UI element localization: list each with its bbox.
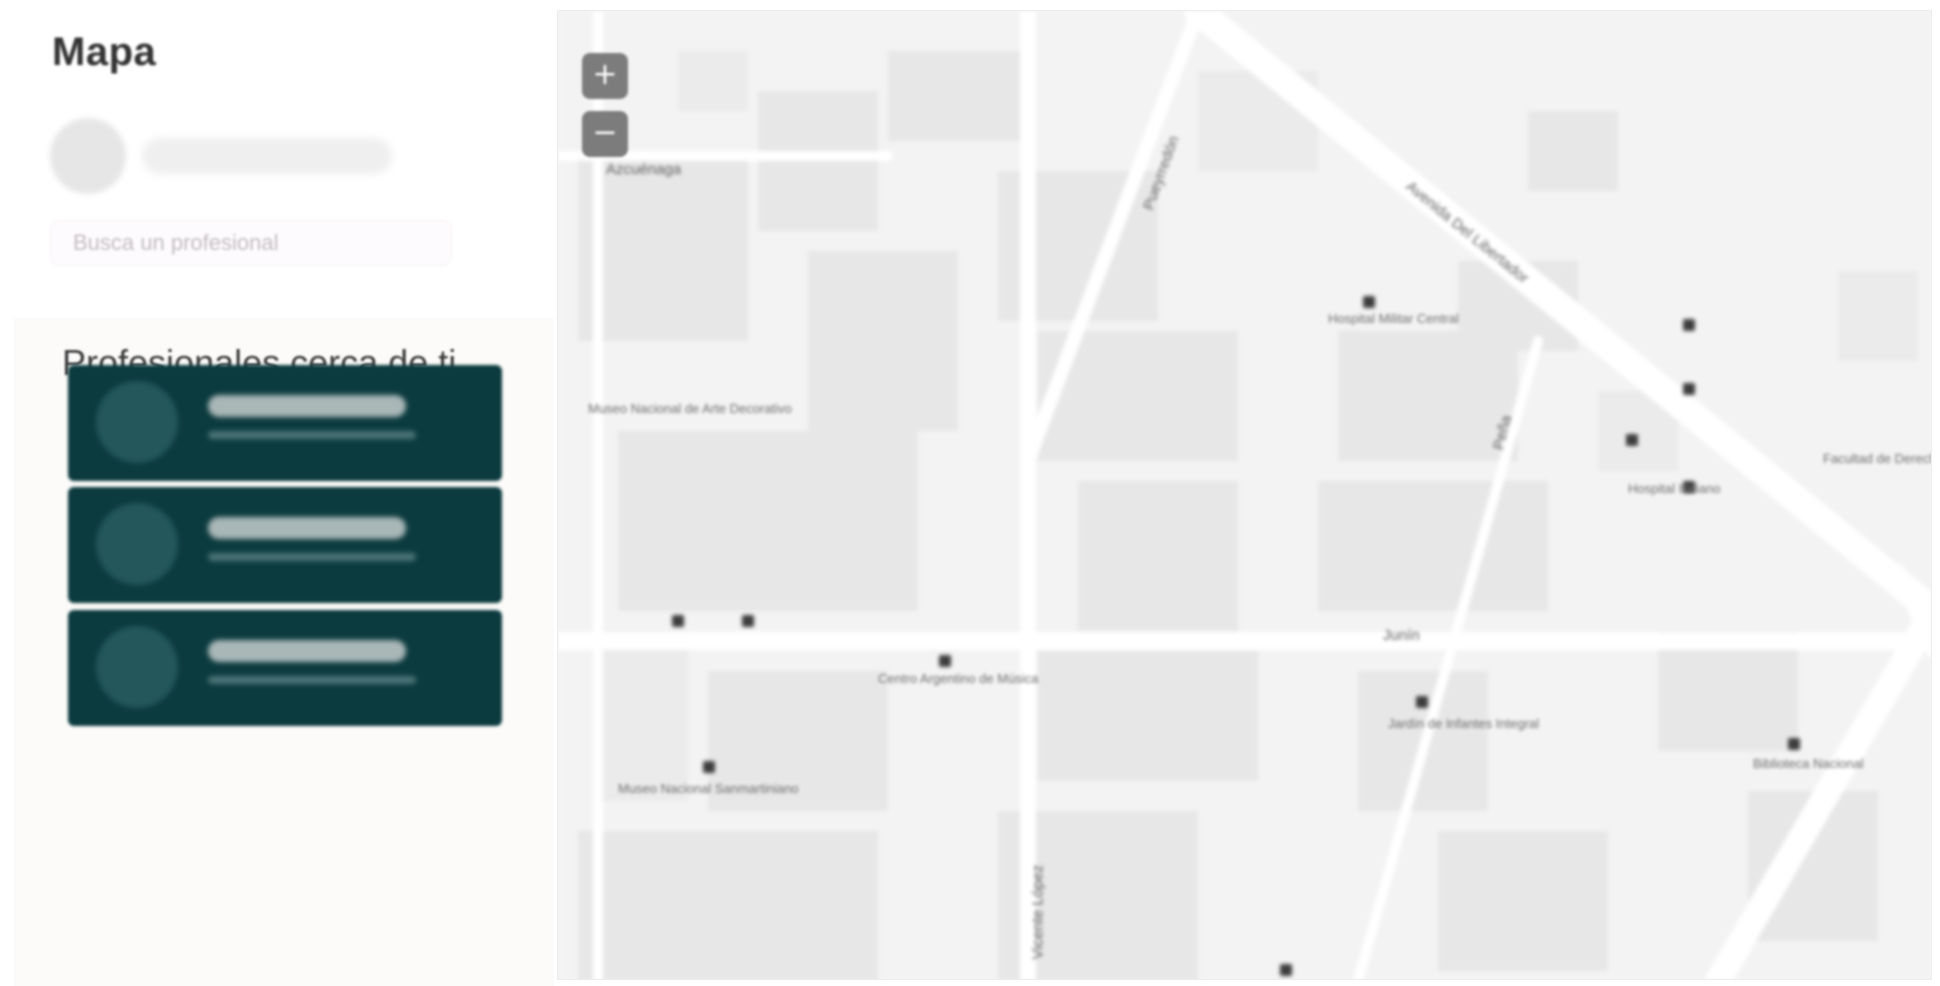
map-tiles[interactable]	[558, 11, 1932, 980]
professional-avatar	[96, 381, 178, 463]
poi-label: Jardín de Infantes Integral	[1388, 716, 1540, 731]
poi-label: Centro Argentino de Música	[878, 671, 1039, 686]
professional-name-placeholder	[208, 640, 406, 662]
user-avatar[interactable]	[50, 118, 126, 194]
street-label: Azcuénaga	[606, 161, 682, 178]
poi-label: Facultad de Derecho	[1823, 451, 1932, 466]
professional-detail-placeholder	[208, 553, 416, 561]
user-name-placeholder	[142, 138, 392, 174]
search-field[interactable]	[50, 220, 452, 266]
professional-name-placeholder	[208, 517, 406, 539]
professionals-panel: Profesionales cerca de ti	[14, 318, 554, 986]
map[interactable]: + − Azcuénaga Avenida Del Libertador Jun…	[557, 10, 1932, 980]
street-label: Vicente López	[1029, 864, 1047, 960]
professional-detail-placeholder	[208, 676, 416, 684]
professional-name-placeholder	[208, 395, 406, 417]
professional-card[interactable]	[68, 365, 502, 481]
poi-label: Biblioteca Nacional	[1753, 756, 1864, 771]
street-label: Junín	[1383, 627, 1420, 644]
poi-label: Hospital Italiano	[1628, 481, 1721, 496]
page-title: Mapa	[52, 30, 157, 74]
minus-icon: −	[592, 115, 618, 150]
professional-avatar	[96, 503, 178, 585]
professional-avatar	[96, 626, 178, 708]
professional-card[interactable]	[68, 610, 502, 726]
professional-card[interactable]	[68, 487, 502, 603]
zoom-in-button[interactable]: +	[582, 53, 628, 99]
poi-label: Museo Nacional de Arte Decorativo	[588, 401, 792, 416]
user-profile[interactable]	[50, 118, 410, 194]
poi-label: Hospital Militar Central	[1328, 311, 1459, 326]
plus-icon: +	[592, 57, 618, 92]
sidebar: Mapa Profesionales cerca de ti	[0, 0, 555, 986]
poi-label: Museo Nacional Sanmartiniano	[618, 781, 799, 796]
zoom-out-button[interactable]: −	[582, 111, 628, 157]
search-input[interactable]	[51, 221, 451, 265]
professional-detail-placeholder	[208, 431, 416, 439]
